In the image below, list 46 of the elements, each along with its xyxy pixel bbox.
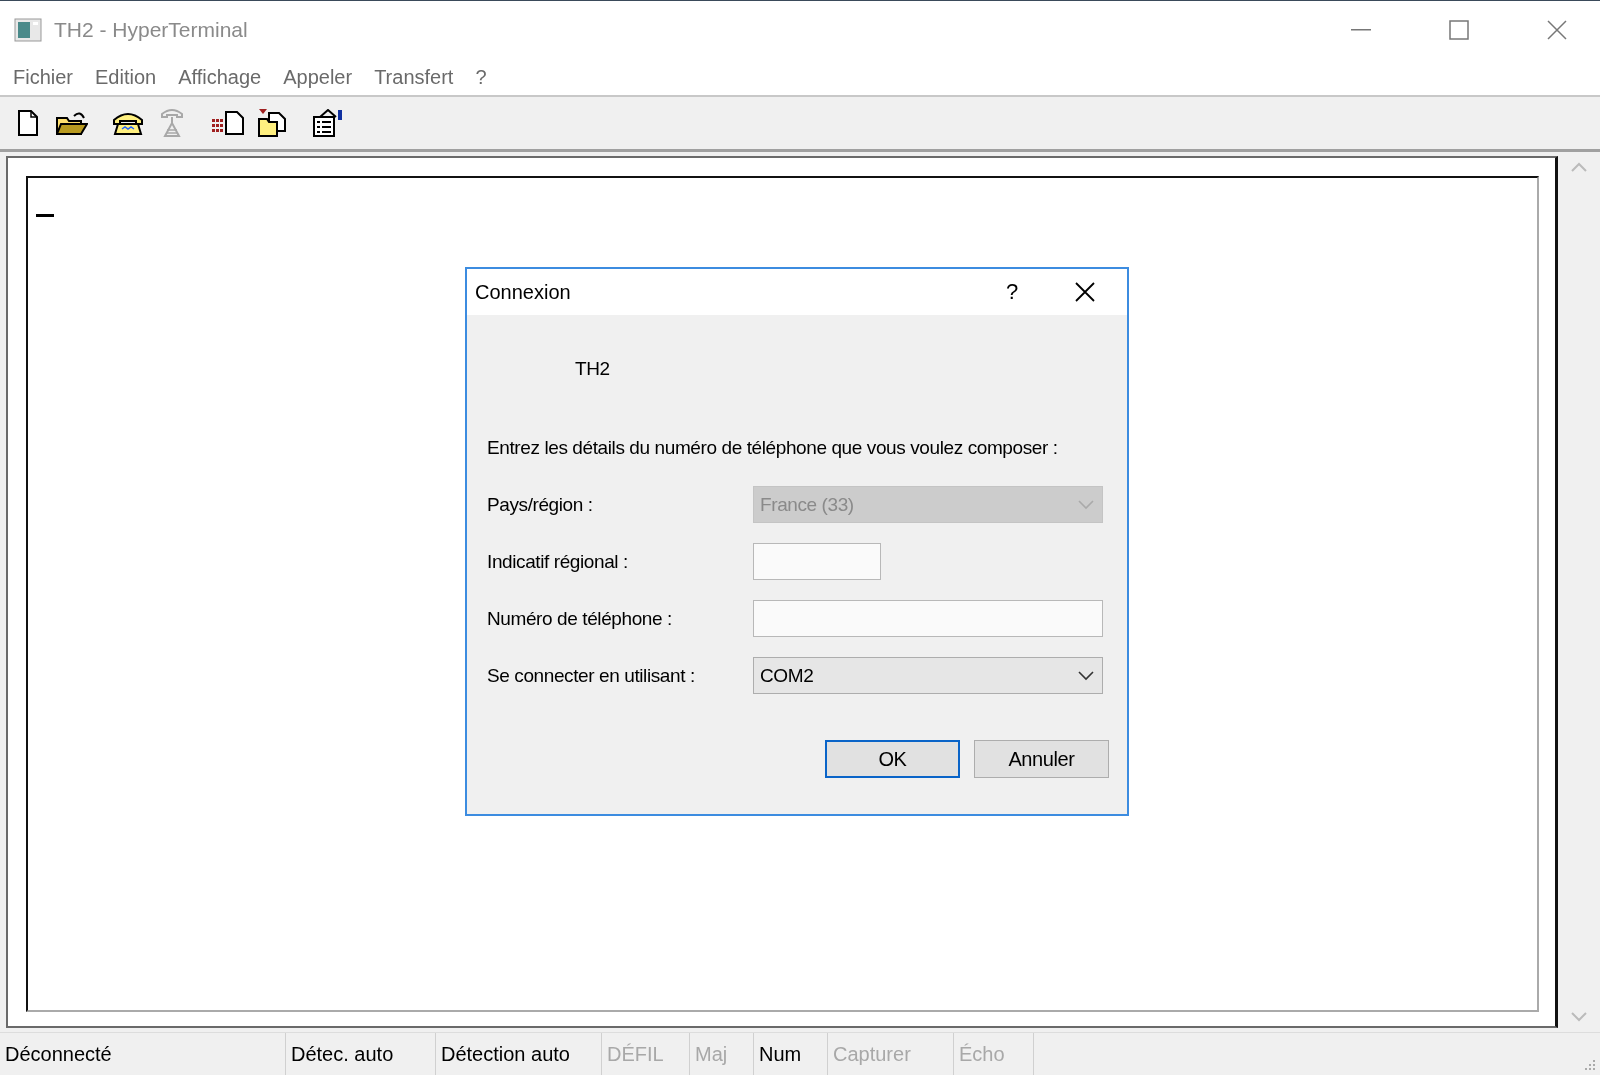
field-label: Numéro de téléphone :: [487, 607, 673, 630]
maximize-icon: [1449, 20, 1469, 40]
close-icon: [1075, 282, 1095, 302]
dialog-button[interactable]: OK: [825, 740, 960, 778]
status-indicator: Écho: [954, 1033, 1034, 1075]
status-indicator: Déconnecté: [0, 1033, 286, 1075]
close-icon: [1547, 20, 1567, 40]
menu-item[interactable]: Edition: [86, 65, 166, 89]
chevron-down-icon: [1078, 499, 1094, 510]
properties-icon: [312, 109, 344, 137]
field-label: Pays/région :: [487, 493, 594, 516]
scroll-up-icon[interactable]: [1571, 162, 1587, 172]
send-file-icon: [211, 110, 245, 136]
dropdown[interactable]: COM2: [753, 657, 1103, 694]
status-indicator: Num: [754, 1033, 828, 1075]
field-label: Se connecter en utilisant :: [487, 664, 696, 687]
open-folder-icon: [56, 110, 88, 136]
chevron-down-icon: [1078, 670, 1094, 681]
menu-item[interactable]: Affichage: [169, 65, 271, 89]
help-button[interactable]: ?: [987, 272, 1037, 312]
new-document-icon: [17, 110, 39, 136]
resize-grip-icon[interactable]: [1582, 1057, 1596, 1071]
connection-name: TH2: [575, 358, 611, 380]
menu-item[interactable]: ?: [466, 65, 496, 89]
status-indicator: Détec. auto: [286, 1033, 436, 1075]
dialog-title: Connexion: [475, 280, 572, 304]
status-indicator: DÉFIL: [602, 1033, 690, 1075]
receive-file-icon: [257, 109, 287, 137]
telephone-handset-icon: [159, 108, 185, 138]
text-cursor: [36, 214, 54, 217]
instruction-text: Entrez les détails du numéro de téléphone que vous voulez composer :: [487, 437, 1059, 459]
input-field[interactable]: [753, 600, 1103, 637]
scroll-down-icon[interactable]: [1571, 1012, 1587, 1022]
field-label: Indicatif régional :: [487, 550, 629, 573]
menu-item[interactable]: Fichier: [4, 65, 82, 89]
input-field[interactable]: [753, 543, 881, 580]
window-title: TH2 - HyperTerminal: [54, 18, 249, 42]
menu-item[interactable]: Transfert: [365, 65, 463, 89]
status-indicator: Maj: [690, 1033, 754, 1075]
menu-item[interactable]: Appeler: [274, 65, 362, 89]
minimize-icon: [1351, 29, 1371, 31]
telephone-icon: [112, 110, 144, 136]
dialog-button[interactable]: Annuler: [974, 740, 1109, 778]
status-indicator: Capturer: [828, 1033, 954, 1075]
status-indicator: Détection auto: [436, 1033, 602, 1075]
terminal-app-icon: [14, 18, 42, 42]
